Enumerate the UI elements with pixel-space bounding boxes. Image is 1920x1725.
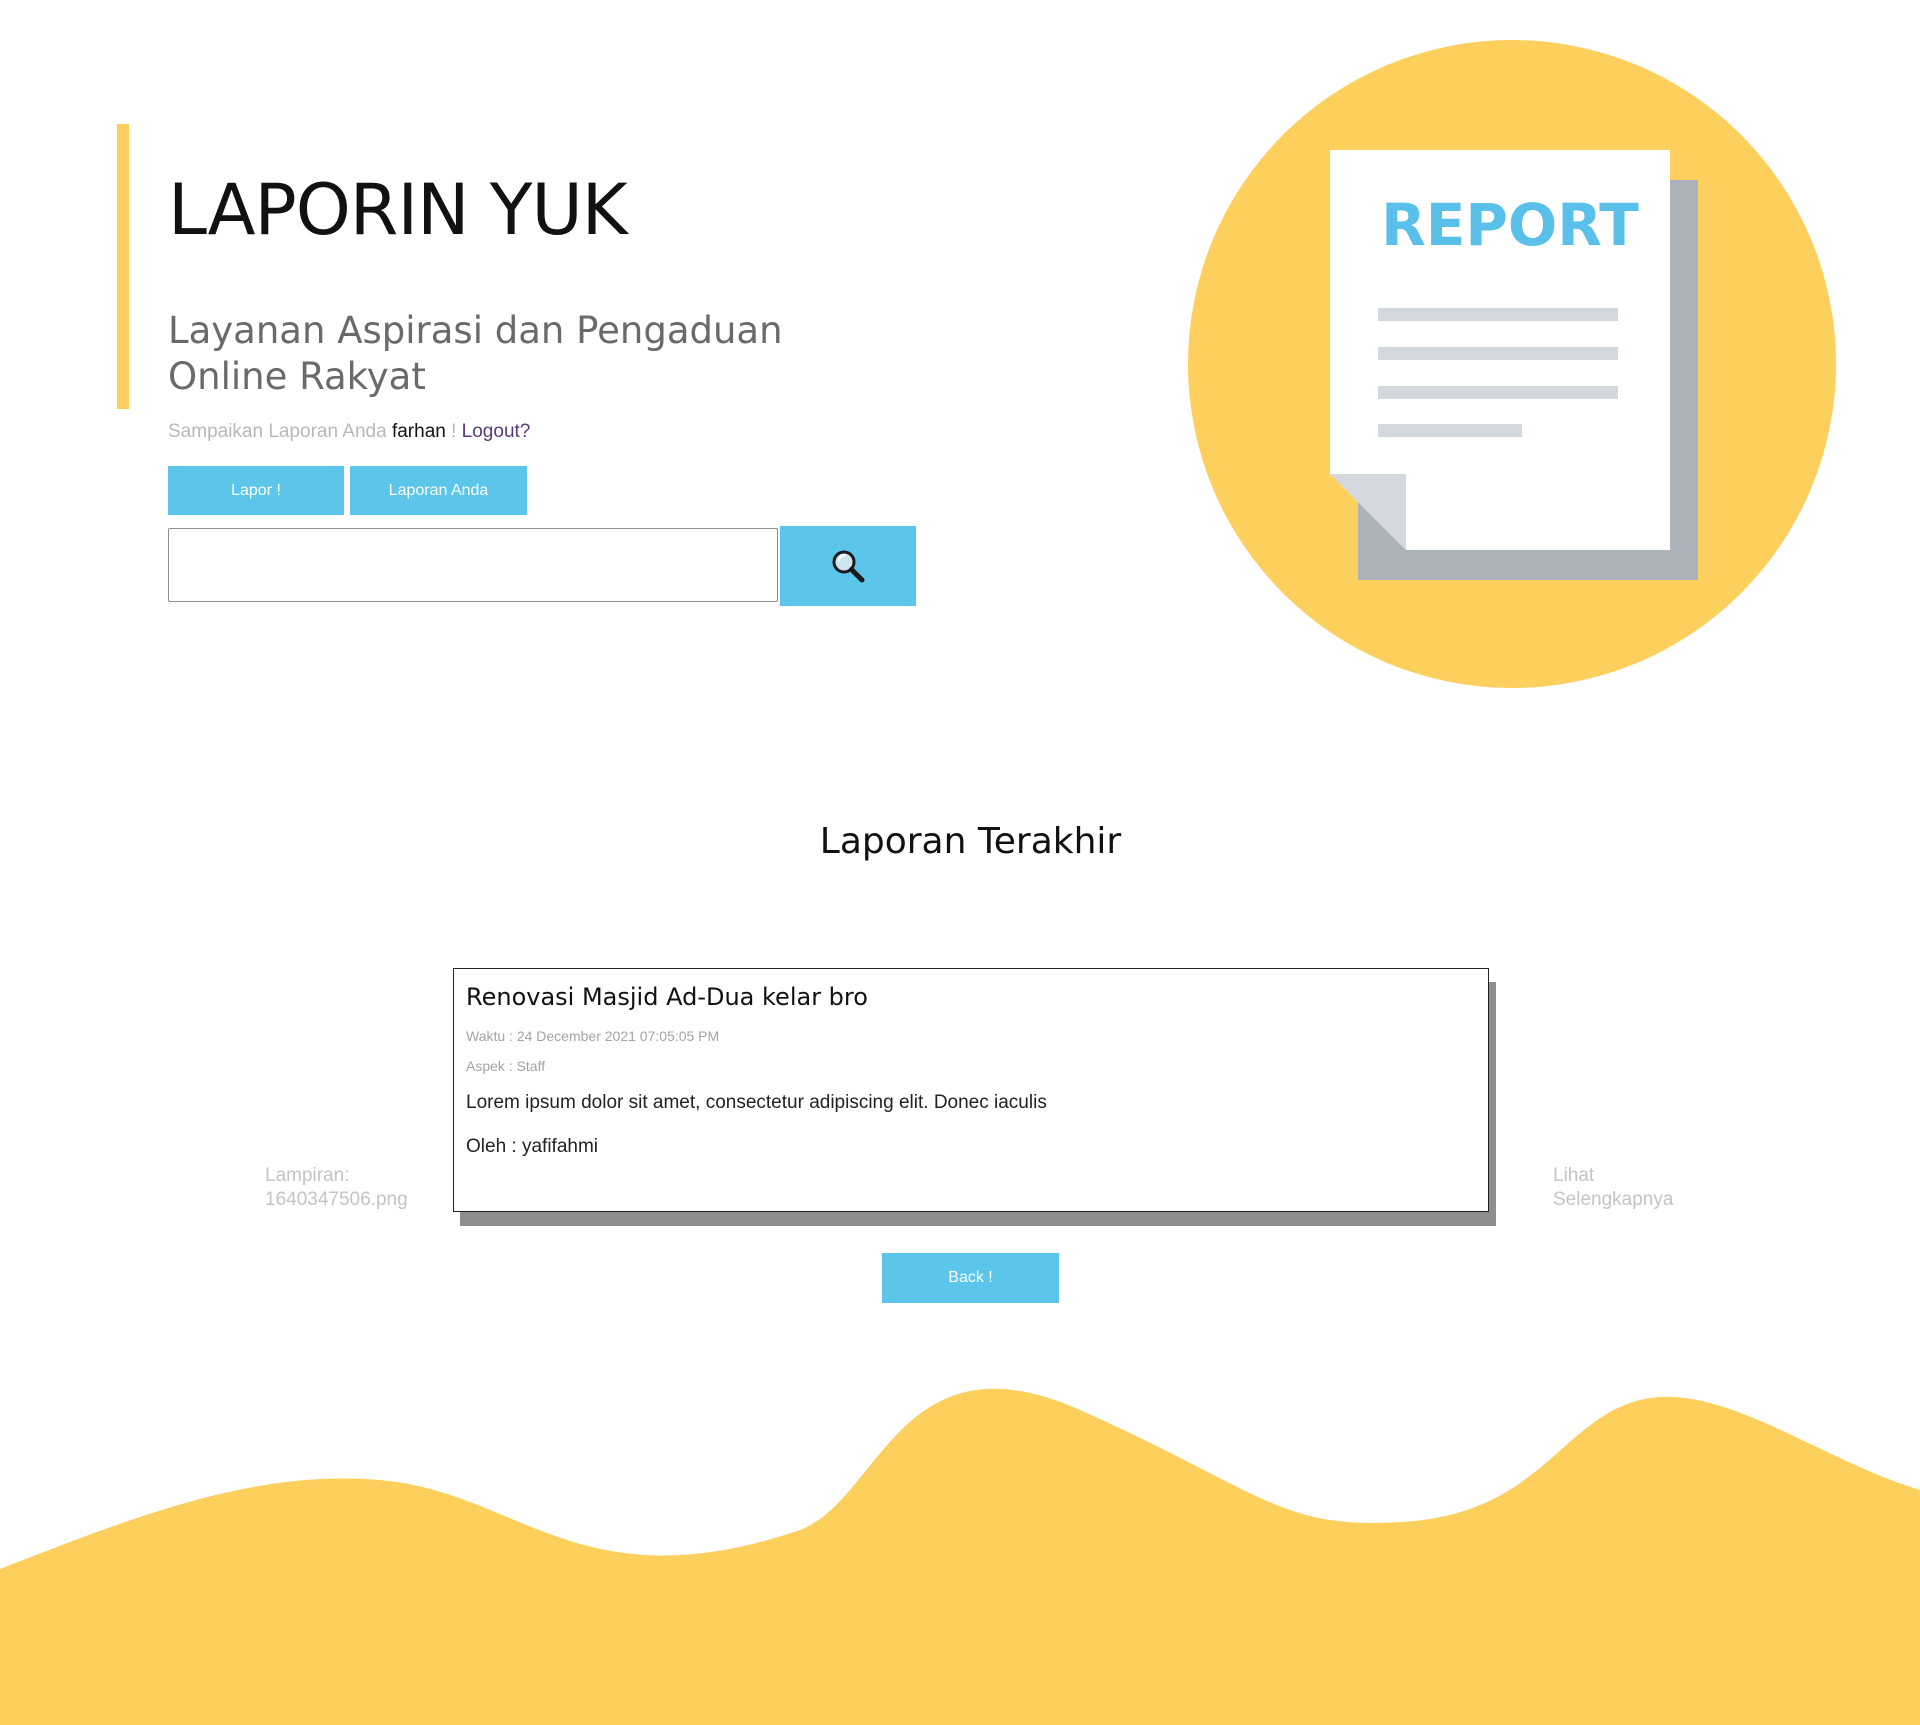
welcome-prefix: Sampaikan Laporan Anda	[168, 421, 387, 442]
report-author: Oleh : yafifahmi	[466, 1136, 598, 1157]
lapor-button[interactable]: Lapor !	[168, 466, 344, 515]
app-subtitle: Layanan Aspirasi dan Pengaduan Online Ra…	[168, 309, 783, 398]
welcome-exclaim: !	[451, 421, 457, 442]
search-icon	[832, 550, 865, 583]
footer-wave	[0, 1388, 1920, 1725]
illustration-label: REPORT	[1381, 191, 1639, 259]
read-more-link[interactable]: Lihat Selengkapnya	[1553, 1164, 1703, 1212]
welcome-line: Sampaikan Laporan Anda farhan ! Logout?	[168, 420, 530, 444]
report-document-icon: REPORT	[1330, 150, 1698, 580]
search-input[interactable]	[168, 528, 778, 602]
report-body: Lorem ipsum dolor sit amet, consectetur …	[466, 1092, 1047, 1113]
app-title: LAPORIN YUK	[168, 169, 628, 251]
report-title: Renovasi Masjid Ad-Dua kelar bro	[466, 983, 868, 1011]
search-button[interactable]	[780, 526, 916, 606]
username: farhan	[391, 421, 446, 442]
report-aspect: Aspek : Staff	[466, 1058, 546, 1074]
report-time: Waktu : 24 December 2021 07:05:05 PM	[466, 1028, 720, 1044]
laporan-anda-button[interactable]: Laporan Anda	[350, 466, 527, 515]
accent-bar	[117, 124, 129, 409]
report-illustration: REPORT	[1188, 40, 1836, 688]
attachment-label: Lampiran: 1640347506.png	[265, 1165, 408, 1210]
report-card: Renovasi Masjid Ad-Dua kelar bro Waktu :…	[453, 968, 1489, 1212]
section-title: Laporan Terakhir	[819, 821, 1122, 862]
page: LAPORIN YUK Layanan Aspirasi dan Pengadu…	[0, 0, 1920, 1725]
back-button[interactable]: Back !	[882, 1253, 1059, 1303]
logout-link[interactable]: Logout?	[462, 421, 531, 442]
